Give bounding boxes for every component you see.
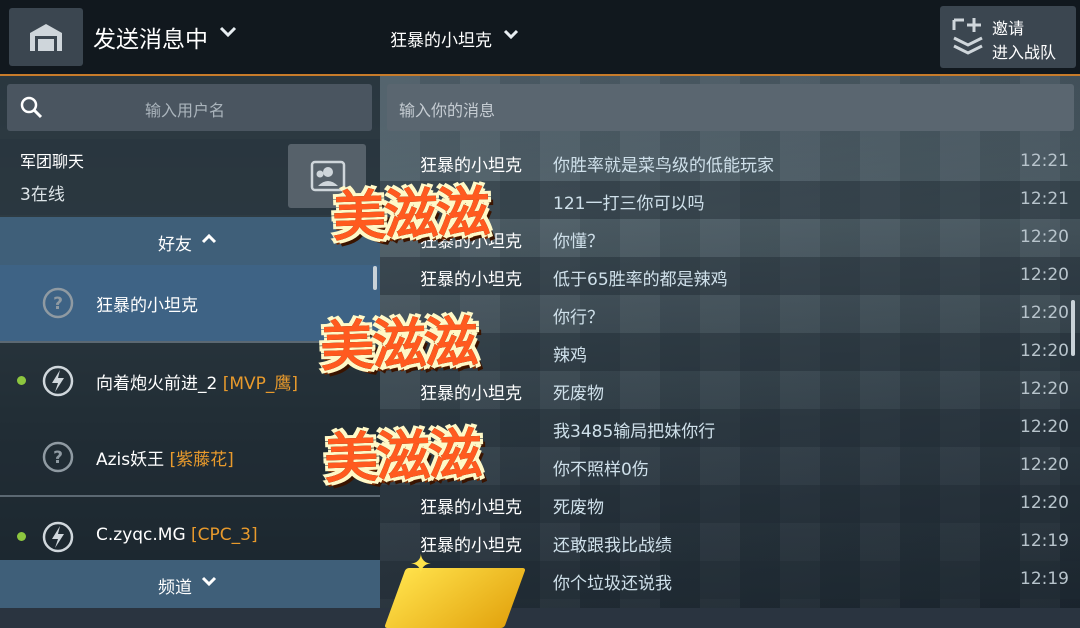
friends-scrollbar[interactable] xyxy=(373,266,377,290)
clan-tag: [MVP_鹰] xyxy=(222,374,299,394)
clan-online-count: 3在线 xyxy=(20,185,65,205)
unknown-status-icon: ? xyxy=(42,441,74,473)
search-placeholder: 输入用户名 xyxy=(145,101,226,120)
unknown-status-icon: ? xyxy=(42,287,74,319)
message-text: 低于65胜率的都是辣鸡 xyxy=(553,270,728,290)
message-text: 你懂？ xyxy=(553,232,604,252)
chat-message: 狂暴的小坦克 还敢跟我比战绩 12:19 xyxy=(380,523,1080,561)
message-text: 我3485输局把妹你行 xyxy=(553,422,716,442)
message-time: 12:20 xyxy=(1020,455,1069,475)
message-time: 12:20 xyxy=(1020,493,1069,513)
chevron-up-icon xyxy=(201,233,217,244)
clan-tag: [紫藤花] xyxy=(169,450,234,470)
chat-target-title[interactable]: 狂暴的小坦克 xyxy=(390,26,492,51)
home-button[interactable] xyxy=(9,8,83,66)
message-text: 你不照样0伤 xyxy=(553,460,649,480)
message-time: 12:20 xyxy=(1020,265,1069,285)
sticker-overlay: 美滋滋 xyxy=(331,179,490,249)
lightning-status-icon xyxy=(42,365,74,397)
svg-text:?: ? xyxy=(53,448,63,468)
message-time: 12:21 xyxy=(1020,189,1069,209)
top-bar: 发送消息中 狂暴的小坦克 邀请 进入战队 xyxy=(0,0,1080,76)
sticker-overlay: 美滋滋 xyxy=(319,309,478,379)
sticker-overlay: 美滋滋 xyxy=(323,421,482,491)
message-sender[interactable]: 狂暴的小坦克 xyxy=(420,531,522,556)
clan-chat-item[interactable]: 军团聊天 3在线 xyxy=(0,139,380,215)
garage-icon xyxy=(30,24,62,51)
message-sender[interactable]: 狂暴的小坦克 xyxy=(420,379,522,404)
friend-name: C.zyqc.MG [CPC_3] xyxy=(96,525,258,545)
message-text: 还敢跟我比战绩 xyxy=(553,536,672,556)
friends-header-label: 好友 xyxy=(158,235,192,255)
message-time: 12:20 xyxy=(1020,379,1069,399)
page-title[interactable]: 发送消息中 xyxy=(93,20,208,54)
divider xyxy=(0,495,380,497)
message-text: 你个垃圾还说我 xyxy=(553,574,672,594)
chat-message: 辣鸡 12:20 xyxy=(380,333,1080,371)
sparkle-icon: ✦ xyxy=(410,550,432,580)
chevron-down-icon[interactable] xyxy=(219,26,237,38)
message-text: 死废物 xyxy=(553,498,604,518)
message-text: 121一打三你可以吗 xyxy=(553,194,705,214)
message-text: 辣鸡 xyxy=(553,346,587,366)
chat-message: 你行？ 12:20 xyxy=(380,295,1080,333)
chevron-down-icon[interactable] xyxy=(503,29,519,40)
friend-name: 向着炮火前进_2 [MVP_鹰] xyxy=(96,374,299,394)
message-placeholder: 输入你的消息 xyxy=(399,101,496,120)
svg-text:?: ? xyxy=(53,294,63,314)
message-time: 12:20 xyxy=(1020,341,1069,361)
invite-sublabel: 进入战队 xyxy=(992,43,1057,62)
invite-to-platoon-button[interactable]: 邀请 进入战队 xyxy=(940,6,1076,68)
clan-chat-title: 军团聊天 xyxy=(20,152,85,171)
gold-bar-icon xyxy=(384,568,526,628)
clan-tag: [CPC_3] xyxy=(191,525,258,545)
chevron-down-icon xyxy=(201,576,217,587)
friend-name: 狂暴的小坦克 xyxy=(96,296,198,316)
channels-section-header[interactable]: 频道 xyxy=(0,560,380,608)
message-text: 死废物 xyxy=(553,384,604,404)
chat-message: 狂暴的小坦克 死废物 12:20 xyxy=(380,485,1080,523)
online-indicator xyxy=(17,532,26,541)
message-time: 12:19 xyxy=(1020,569,1069,589)
friend-name: Azis妖王 [紫藤花] xyxy=(96,450,234,470)
lightning-status-icon xyxy=(42,521,74,553)
invite-label: 邀请 xyxy=(992,19,1025,38)
message-text: 你行？ xyxy=(553,308,604,328)
message-sender[interactable]: 狂暴的小坦克 xyxy=(420,265,522,290)
online-indicator xyxy=(17,376,26,385)
username-search-input[interactable]: 输入用户名 xyxy=(7,84,372,131)
message-text: 你胜率就是菜鸟级的低能玩家 xyxy=(553,156,774,176)
chat-message: 你不照样0伤 12:20 xyxy=(380,447,1080,485)
search-icon xyxy=(20,96,43,119)
add-platoon-icon xyxy=(952,18,983,55)
chat-message: 狂暴的小坦克 低于65胜率的都是辣鸡 12:20 xyxy=(380,257,1080,295)
message-sender[interactable]: 狂暴的小坦克 xyxy=(420,493,522,518)
message-time: 12:20 xyxy=(1020,227,1069,247)
friends-section-header[interactable]: 好友 xyxy=(0,217,380,265)
chat-message: 我3485输局把妹你行 12:20 xyxy=(380,409,1080,447)
message-time: 12:20 xyxy=(1020,303,1069,323)
message-time: 12:21 xyxy=(1020,151,1069,171)
message-time: 12:20 xyxy=(1020,417,1069,437)
channels-header-label: 频道 xyxy=(158,578,192,598)
chat-message: 狂暴的小坦克 死废物 12:20 xyxy=(380,371,1080,409)
chat-scrollbar[interactable] xyxy=(1071,300,1075,356)
message-input[interactable]: 输入你的消息 xyxy=(387,84,1074,131)
message-time: 12:19 xyxy=(1020,531,1069,551)
